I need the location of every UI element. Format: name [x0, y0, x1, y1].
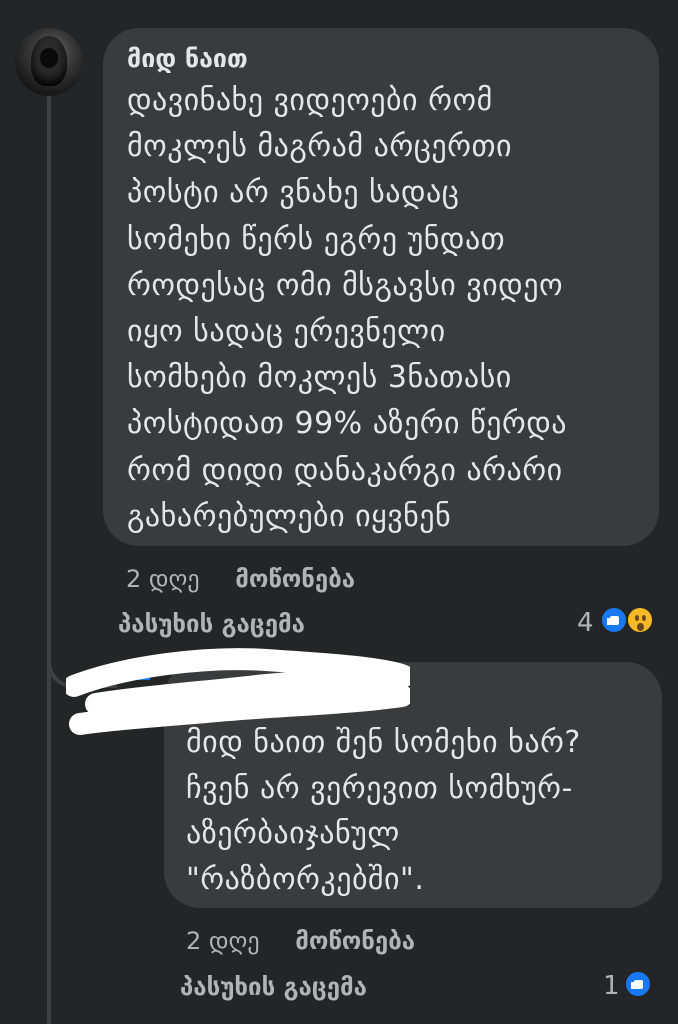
thread-line [47, 96, 51, 1024]
like-button[interactable]: მოწონება [235, 565, 355, 593]
avatar[interactable] [15, 28, 83, 96]
reply-like-icon[interactable] [624, 970, 652, 998]
reply-like-button[interactable]: მოწონება [295, 927, 415, 955]
comment-author[interactable]: მიდ ნაით [127, 42, 635, 76]
reply-reply-button[interactable]: პასუხის გაცემა [180, 972, 367, 1002]
redaction-scribble [66, 648, 410, 735]
reply-text: მიდ ნაით შენ სომეხი ხარ? ჩვენ არ ვერევით… [186, 725, 581, 897]
comment-bubble: მიდ ნაით დავინახე ვიდეოები რომ მოკლეს მა… [103, 28, 659, 546]
reply-meta: 2 დღე მოწონება [186, 926, 415, 956]
like-icon[interactable] [600, 606, 628, 634]
comment-text: დავინახე ვიდეოები რომ მოკლეს მაგრამ არცე… [127, 83, 568, 534]
avatar-face-shape [40, 48, 58, 68]
comment-thread: მიდ ნაით დავინახე ვიდეოები რომ მოკლეს მა… [0, 0, 678, 1024]
reply-button[interactable]: პასუხის გაცემა [118, 609, 305, 639]
comment-time[interactable]: 2 დღე [126, 565, 200, 593]
reply-reaction-count[interactable]: 1 [603, 971, 620, 1001]
comment-meta: 2 დღე მოწონება [126, 564, 355, 594]
reaction-count[interactable]: 4 [577, 608, 594, 638]
reply-time[interactable]: 2 დღე [186, 927, 260, 955]
wow-icon[interactable] [626, 606, 654, 634]
